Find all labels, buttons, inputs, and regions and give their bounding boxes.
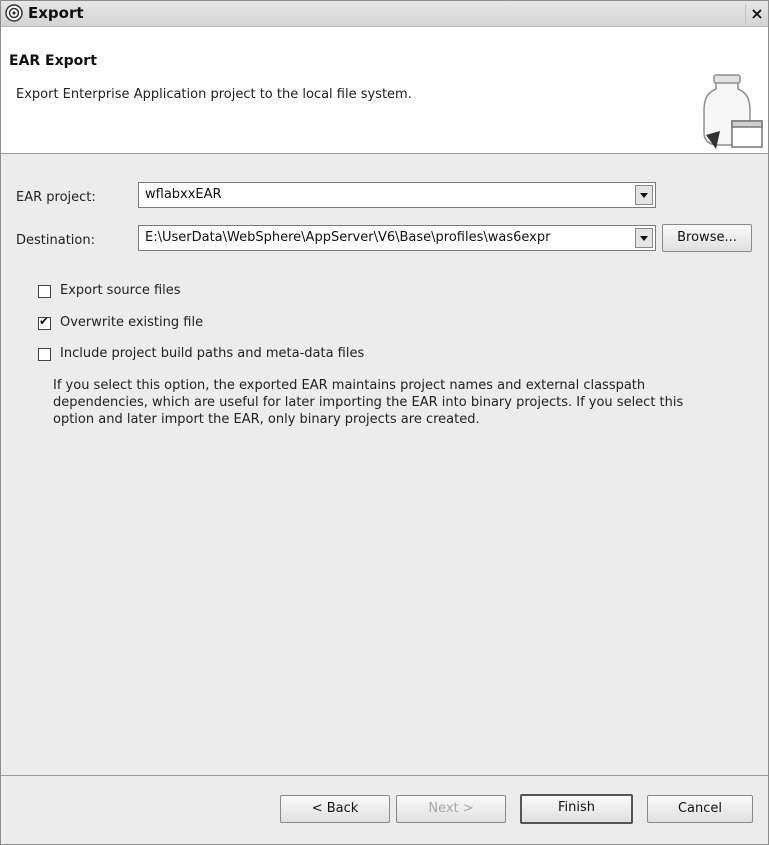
export-dialog: Export × EAR Export Export Enterprise Ap… [0,0,769,845]
back-button[interactable]: < Back [280,795,390,823]
next-button[interactable]: Next > [396,795,506,823]
ear-project-combo[interactable]: wflabxxEAR [138,182,656,208]
title-bar: Export × [1,1,768,27]
page-title: EAR Export [9,53,97,69]
chevron-down-icon[interactable] [635,228,653,248]
ear-project-label: EAR project: [16,190,96,205]
cancel-button[interactable]: Cancel [647,795,753,823]
export-jar-icon [703,74,763,149]
finish-button[interactable]: Finish [520,794,633,824]
ear-project-value: wflabxxEAR [145,187,222,202]
page-description: Export Enterprise Application project to… [16,87,412,102]
overwrite-checkbox[interactable] [38,314,51,330]
overwrite-label: Overwrite existing file [60,315,204,330]
help-text: If you select this option, the exported … [53,378,684,427]
divider [1,775,768,776]
include-build-paths-checkbox[interactable] [38,348,51,361]
browse-button[interactable]: Browse... [662,224,752,252]
export-source-label: Export source files [60,283,181,298]
include-build-paths-label: Include project build paths and meta-dat… [60,346,365,361]
wizard-banner: EAR Export Export Enterprise Application… [1,27,768,154]
eclipse-icon [5,4,23,22]
close-button[interactable]: × [745,4,768,23]
destination-value: E:\UserData\WebSphere\AppServer\V6\Base\… [145,230,551,245]
destination-label: Destination: [16,233,95,248]
destination-combo[interactable]: E:\UserData\WebSphere\AppServer\V6\Base\… [138,225,656,251]
export-source-checkbox[interactable] [38,285,51,298]
window-title: Export [28,4,84,22]
chevron-down-icon[interactable] [635,185,653,205]
